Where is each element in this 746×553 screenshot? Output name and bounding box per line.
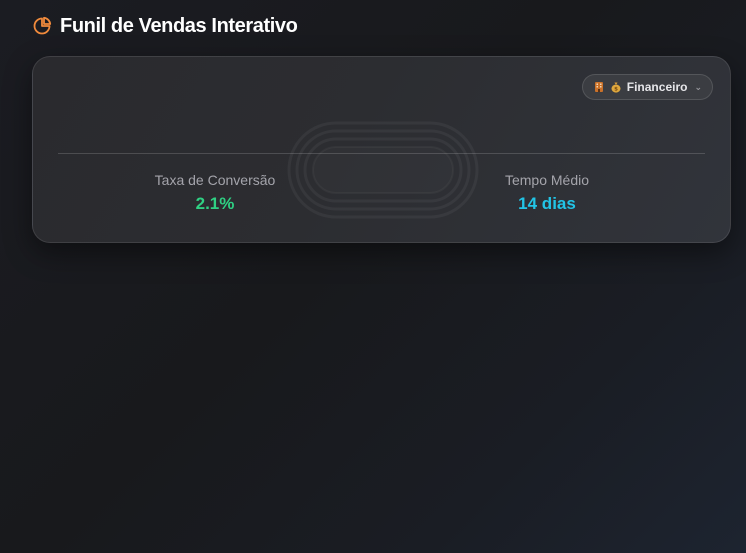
page-title: Funil de Vendas Interativo: [60, 14, 298, 37]
money-bag-icon: $: [610, 81, 622, 93]
conversion-rate-value: 2.1%: [195, 194, 235, 213]
pie-chart-icon: [32, 16, 52, 36]
page-header: Funil de Vendas Interativo: [32, 14, 298, 38]
divider: [58, 153, 705, 154]
conversion-rate-stat: Taxa de Conversão 2.1%: [115, 172, 315, 213]
average-time-value: 14 dias: [518, 194, 576, 213]
segment-select[interactable]: $ Financeiro ⌄: [581, 74, 713, 100]
average-time-stat: Tempo Médio 14 dias: [447, 172, 647, 213]
svg-text:$: $: [614, 87, 618, 93]
segment-select-value: Financeiro: [626, 80, 688, 94]
funnel-card: $ Financeiro ⌄ Taxa de Conversão 2.1% Te…: [32, 56, 731, 243]
building-icon: [593, 81, 605, 93]
chevron-down-icon: ⌄: [694, 81, 702, 92]
average-time-label: Tempo Médio: [504, 172, 590, 188]
conversion-rate-label: Taxa de Conversão: [154, 172, 276, 188]
